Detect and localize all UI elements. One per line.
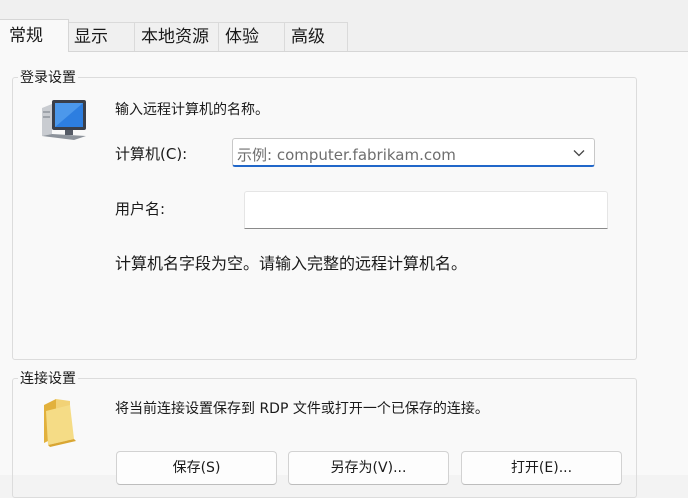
username-field[interactable] xyxy=(244,191,608,229)
tab-local-resources-label: 本地资源 xyxy=(141,27,209,47)
save-button[interactable]: 保存(S) xyxy=(116,451,277,485)
username-label: 用户名: xyxy=(115,200,166,218)
logon-settings-title: 登录设置 xyxy=(18,70,78,86)
tab-general-label: 常规 xyxy=(9,26,43,46)
save-as-button[interactable]: 另存为(V)... xyxy=(288,451,449,485)
open-button[interactable]: 打开(E)... xyxy=(461,451,622,485)
connection-settings-title: 连接设置 xyxy=(18,371,78,387)
tab-experience-label: 体验 xyxy=(225,27,259,47)
computer-label: 计算机(C): xyxy=(115,145,188,163)
computer-combobox[interactable]: 示例: computer.fabrikam.com xyxy=(232,138,595,167)
error-message: 计算机名字段为空。请输入完整的远程计算机名。 xyxy=(115,254,468,273)
tab-advanced-label: 高级 xyxy=(291,27,325,47)
tab-display[interactable]: 显示 xyxy=(68,22,135,51)
tab-experience[interactable]: 体验 xyxy=(219,22,285,51)
tab-advanced[interactable]: 高级 xyxy=(285,22,348,51)
tab-bar: 常规 显示 本地资源 体验 高级 xyxy=(0,0,688,52)
tab-local-resources[interactable]: 本地资源 xyxy=(135,22,219,51)
computer-monitor-icon xyxy=(42,100,86,140)
folder-icon xyxy=(44,399,76,447)
tab-display-label: 显示 xyxy=(74,27,108,47)
tab-general[interactable]: 常规 xyxy=(0,19,69,52)
chevron-down-icon[interactable] xyxy=(572,146,586,160)
logon-instruction: 输入远程计算机的名称。 xyxy=(115,102,269,118)
computer-placeholder: 示例: computer.fabrikam.com xyxy=(237,146,456,164)
connection-description: 将当前连接设置保存到 RDP 文件或打开一个已保存的连接。 xyxy=(115,401,489,417)
